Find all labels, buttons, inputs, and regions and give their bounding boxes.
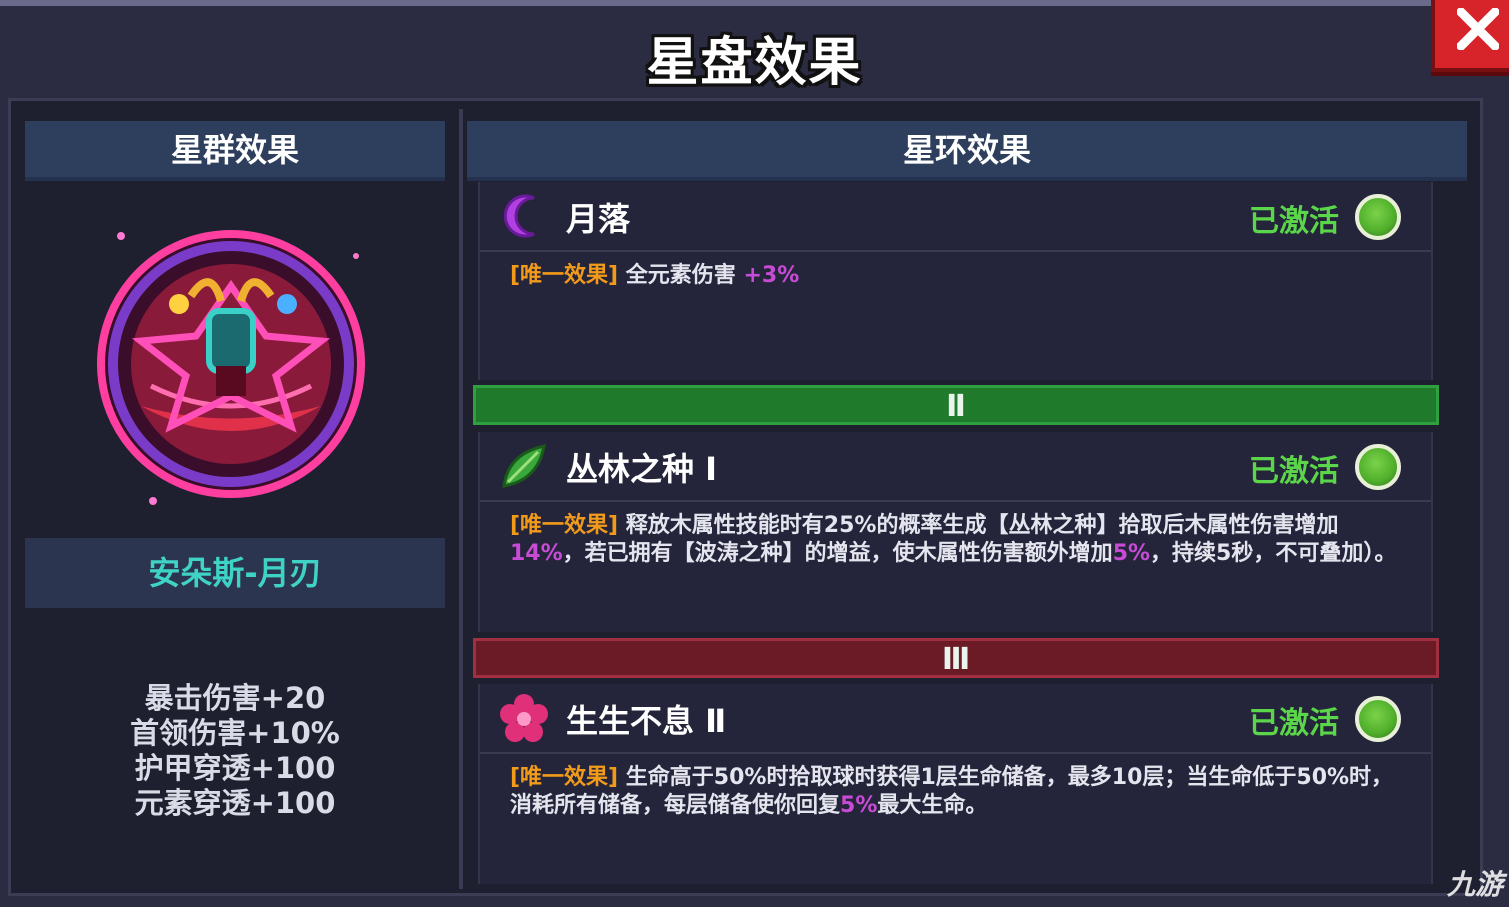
dialog-title: 星盘效果 xyxy=(646,33,863,93)
pink-flower-icon xyxy=(500,694,548,742)
desc-text: ，若已拥有【波涛之种】的增益，使木属性伤害额外增加 xyxy=(562,541,1113,566)
desc-text: ，持续5秒，不可叠加）。 xyxy=(1150,541,1397,566)
desc-text: 全元素伤害 xyxy=(625,263,744,288)
stat-line: 元素穿透+100 xyxy=(134,786,336,820)
desc-highlight: 5% xyxy=(840,793,878,818)
unique-effect-tag: [唯一效果] xyxy=(510,263,619,288)
effect-head: 月落 已激活 xyxy=(480,182,1431,252)
effect-description: [唯一效果] 生命高于50%时拾取球时获得1层生命储备，最多10层；当生命低于5… xyxy=(480,754,1431,820)
effect-status: 已激活 xyxy=(1249,204,1339,239)
constellation-emblem-icon xyxy=(97,230,365,505)
tier-bar-2: Ⅱ xyxy=(473,385,1439,425)
stat-line: 护甲穿透+100 xyxy=(134,751,336,785)
active-indicator-icon xyxy=(1355,194,1401,240)
desc-text: 最大生命。 xyxy=(877,793,988,818)
column-divider xyxy=(459,109,463,889)
close-button[interactable] xyxy=(1431,0,1509,72)
watermark-logo: 九游 xyxy=(1446,868,1503,901)
stat-line: 首领伤害+10% xyxy=(130,716,340,750)
effect-description: [唯一效果] 全元素伤害 +3% xyxy=(480,252,1431,290)
tier-bar-3: Ⅲ xyxy=(473,638,1439,678)
effect-description: [唯一效果] 释放木属性技能时有25%的概率生成【丛林之种】拾取后木属性伤害增加… xyxy=(480,502,1431,568)
desc-highlight: 14% xyxy=(510,541,563,566)
effect-status: 已激活 xyxy=(1249,706,1339,741)
effect-status: 已激活 xyxy=(1249,454,1339,489)
constellation-stats: 暴击伤害+20 首领伤害+10% 护甲穿透+100 元素穿透+100 xyxy=(25,681,445,821)
unique-effect-tag: [唯一效果] xyxy=(510,765,619,790)
desc-highlight: 5% xyxy=(1112,541,1151,566)
ring-effect-card[interactable]: 生生不息 Ⅱ 已激活 [唯一效果] 生命高于50%时拾取球时获得1层生命储备，最… xyxy=(478,684,1433,884)
effect-head: 生生不息 Ⅱ 已激活 xyxy=(480,684,1431,754)
active-indicator-icon xyxy=(1355,444,1401,490)
green-leaf-icon xyxy=(502,444,546,488)
effect-name: 月落 xyxy=(566,200,631,238)
unique-effect-tag: [唯一效果] xyxy=(510,513,619,538)
close-icon xyxy=(1457,8,1499,50)
constellation-effect-header: 星群效果 xyxy=(25,121,445,181)
effect-head: 丛林之种 Ⅰ 已激活 xyxy=(480,432,1431,502)
ring-effect-card[interactable]: 丛林之种 Ⅰ 已激活 [唯一效果] 释放木属性技能时有25%的概率生成【丛林之种… xyxy=(478,432,1433,632)
ring-effect-header: 星环效果 xyxy=(467,121,1467,181)
crescent-moon-icon xyxy=(503,194,535,238)
active-indicator-icon xyxy=(1355,696,1401,742)
effect-name: 生生不息 Ⅱ xyxy=(566,702,727,740)
ring-effect-card[interactable]: 月落 已激活 [唯一效果] 全元素伤害 +3% xyxy=(478,182,1433,380)
stat-line: 暴击伤害+20 xyxy=(144,681,326,715)
dialog-frame: 星盘效果 星群效果 安朵斯-月刃 暴击伤害+20 首领伤害+10% 护甲穿透+1… xyxy=(0,0,1509,907)
effect-name: 丛林之种 Ⅰ xyxy=(566,450,718,488)
constellation-name: 安朵斯-月刃 xyxy=(25,538,445,608)
desc-text: 释放木属性技能时有25%的概率生成【丛林之种】拾取后木属性伤害增加 xyxy=(625,513,1339,538)
desc-highlight: +3% xyxy=(743,263,800,288)
